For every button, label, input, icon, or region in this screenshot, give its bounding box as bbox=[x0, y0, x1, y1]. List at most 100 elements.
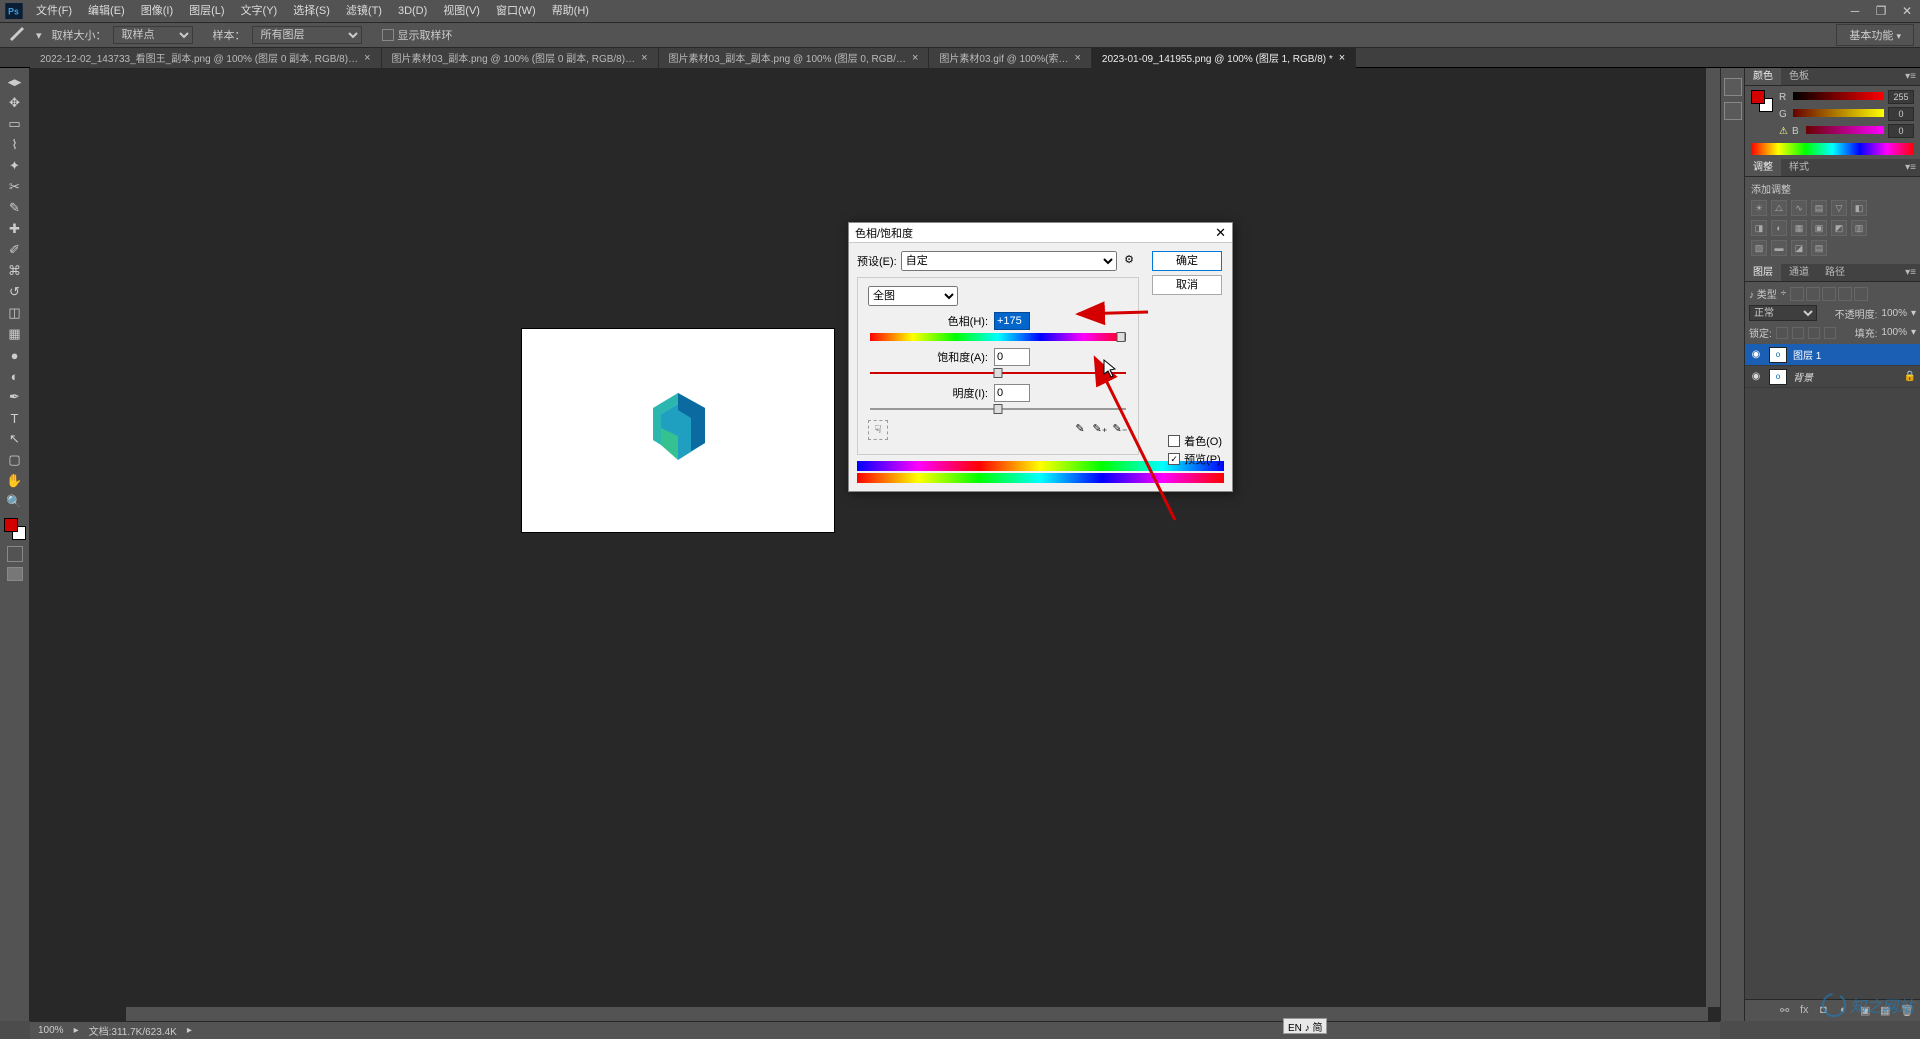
gradient-map-icon[interactable]: ▬ bbox=[1771, 240, 1787, 256]
lock-all-icon[interactable] bbox=[1824, 327, 1836, 339]
styles-panel-tab[interactable]: 样式 bbox=[1781, 159, 1817, 176]
properties-panel-icon[interactable] bbox=[1724, 102, 1742, 120]
g-value[interactable]: 0 bbox=[1888, 107, 1914, 121]
lock-position-icon[interactable] bbox=[1808, 327, 1820, 339]
menu-window[interactable]: 窗口(W) bbox=[488, 0, 544, 22]
r-slider[interactable] bbox=[1793, 92, 1884, 102]
show-sample-ring-checkbox[interactable] bbox=[382, 29, 394, 41]
toolbox-collapse-icon[interactable]: ◀▶ bbox=[3, 72, 27, 92]
swatches-panel-tab[interactable]: 色板 bbox=[1781, 68, 1817, 85]
path-tool[interactable]: ↖ bbox=[3, 429, 27, 449]
menu-view[interactable]: 视图(V) bbox=[435, 0, 488, 22]
pen-tool[interactable]: ✒ bbox=[3, 387, 27, 407]
more-adjust-icon[interactable]: ▤ bbox=[1811, 240, 1827, 256]
hue-input[interactable] bbox=[994, 312, 1030, 330]
curves-adjust-icon[interactable]: ∿ bbox=[1791, 200, 1807, 216]
close-tab-icon[interactable]: × bbox=[364, 52, 370, 64]
close-tab-icon[interactable]: × bbox=[1074, 52, 1080, 64]
lasso-tool[interactable]: ⌇ bbox=[3, 135, 27, 155]
opacity-value[interactable]: 100% bbox=[1881, 308, 1907, 319]
bw-adjust-icon[interactable]: ◨ bbox=[1751, 220, 1767, 236]
link-layers-icon[interactable]: ⚯ bbox=[1780, 1004, 1794, 1018]
panel-menu-icon[interactable]: ▾≡ bbox=[1901, 68, 1920, 85]
menu-image[interactable]: 图像(I) bbox=[133, 0, 181, 22]
fill-value[interactable]: 100% bbox=[1881, 327, 1907, 338]
screenmode-toggle[interactable] bbox=[7, 567, 23, 581]
photo-filter-icon[interactable]: ◐ bbox=[1771, 220, 1787, 236]
close-tab-icon[interactable]: × bbox=[1339, 52, 1345, 64]
menu-file[interactable]: 文件(F) bbox=[28, 0, 80, 22]
eyedropper-minus-icon[interactable]: ✎₋ bbox=[1112, 422, 1128, 438]
preset-select[interactable]: 自定 bbox=[901, 251, 1117, 271]
close-tab-icon[interactable]: × bbox=[912, 52, 918, 64]
filter-shape-icon[interactable] bbox=[1838, 287, 1852, 301]
g-slider[interactable] bbox=[1793, 109, 1884, 119]
marquee-tool[interactable]: ▭ bbox=[3, 114, 27, 134]
document-info[interactable]: 文档:311.7K/623.4K bbox=[89, 1023, 177, 1038]
lock-transparency-icon[interactable] bbox=[1776, 327, 1788, 339]
horizontal-scrollbar[interactable] bbox=[126, 1007, 1708, 1021]
hue-adjust-icon[interactable]: ◧ bbox=[1851, 200, 1867, 216]
menu-help[interactable]: 帮助(H) bbox=[544, 0, 597, 22]
move-tool[interactable]: ✥ bbox=[3, 93, 27, 113]
color-lookup-icon[interactable]: ▣ bbox=[1811, 220, 1827, 236]
saturation-input[interactable] bbox=[994, 348, 1030, 366]
filter-smart-icon[interactable] bbox=[1854, 287, 1868, 301]
color-panel-swatch[interactable] bbox=[1751, 90, 1773, 112]
history-panel-icon[interactable] bbox=[1724, 78, 1742, 96]
lock-pixels-icon[interactable] bbox=[1792, 327, 1804, 339]
layer-name[interactable]: 图层 1 bbox=[1793, 347, 1821, 362]
document-tab[interactable]: 2022-12-02_143733_看图王_副本.png @ 100% (图层 … bbox=[30, 48, 382, 68]
gradient-tool[interactable]: ▦ bbox=[3, 324, 27, 344]
visibility-toggle-icon[interactable]: ◉ bbox=[1749, 349, 1763, 360]
threshold-icon[interactable]: ▧ bbox=[1751, 240, 1767, 256]
menu-filter[interactable]: 滤镜(T) bbox=[338, 0, 390, 22]
posterize-icon[interactable]: ▥ bbox=[1851, 220, 1867, 236]
channels-panel-tab[interactable]: 通道 bbox=[1781, 264, 1817, 281]
menu-type[interactable]: 文字(Y) bbox=[233, 0, 286, 22]
exposure-adjust-icon[interactable]: ▤ bbox=[1811, 200, 1827, 216]
document-canvas[interactable] bbox=[521, 328, 835, 533]
close-tab-icon[interactable]: × bbox=[641, 52, 647, 64]
minimize-button[interactable]: ─ bbox=[1842, 1, 1868, 21]
panel-menu-icon[interactable]: ▾≡ bbox=[1901, 264, 1920, 281]
lightness-slider[interactable] bbox=[870, 404, 1126, 414]
eyedropper-tool[interactable]: ✎ bbox=[3, 198, 27, 218]
menu-3d[interactable]: 3D(D) bbox=[390, 0, 435, 22]
menu-edit[interactable]: 编辑(E) bbox=[80, 0, 133, 22]
shape-tool[interactable]: ▢ bbox=[3, 450, 27, 470]
eyedropper-plus-icon[interactable]: ✎₊ bbox=[1092, 422, 1108, 438]
workspace-switcher[interactable]: 基本功能 ▾ bbox=[1836, 24, 1914, 46]
blend-mode-select[interactable]: 正常 bbox=[1749, 305, 1817, 321]
document-tab[interactable]: 图片素材03.gif @ 100%(索…× bbox=[929, 48, 1092, 68]
r-value[interactable]: 255 bbox=[1888, 90, 1914, 104]
vibrance-adjust-icon[interactable]: ▽ bbox=[1831, 200, 1847, 216]
ok-button[interactable]: 确定 bbox=[1152, 251, 1222, 271]
close-window-button[interactable]: ✕ bbox=[1894, 1, 1920, 21]
foreground-color[interactable] bbox=[4, 518, 18, 532]
layers-panel-tab[interactable]: 图层 bbox=[1745, 264, 1781, 281]
crop-tool[interactable]: ✂ bbox=[3, 177, 27, 197]
selective-color-icon[interactable]: ◪ bbox=[1791, 240, 1807, 256]
levels-adjust-icon[interactable]: ⧍ bbox=[1771, 200, 1787, 216]
dialog-close-button[interactable]: ✕ bbox=[1215, 225, 1226, 241]
brush-tool[interactable]: ✐ bbox=[3, 240, 27, 260]
canvas-area[interactable] bbox=[30, 68, 1720, 1021]
stamp-tool[interactable]: ⌘ bbox=[3, 261, 27, 281]
layer-fx-icon[interactable]: fx bbox=[1800, 1004, 1814, 1018]
heal-tool[interactable]: ✚ bbox=[3, 219, 27, 239]
vertical-scrollbar[interactable] bbox=[1706, 68, 1720, 1007]
scope-select[interactable]: 全图 bbox=[868, 286, 958, 306]
spectrum-ramp[interactable] bbox=[1751, 143, 1914, 155]
dodge-tool[interactable]: ◐ bbox=[3, 366, 27, 386]
preview-checkbox[interactable]: ✓ bbox=[1168, 453, 1180, 465]
document-tab[interactable]: 图片素材03_副本.png @ 100% (图层 0 副本, RGB/8)…× bbox=[382, 48, 659, 68]
lightness-input[interactable] bbox=[994, 384, 1030, 402]
saturation-slider[interactable] bbox=[870, 368, 1126, 378]
document-tab[interactable]: 图片素材03_副本_副本.png @ 100% (图层 0, RGB/…× bbox=[659, 48, 930, 68]
filter-type-icon[interactable] bbox=[1822, 287, 1836, 301]
zoom-tool[interactable]: 🔍 bbox=[3, 492, 27, 512]
paths-panel-tab[interactable]: 路径 bbox=[1817, 264, 1853, 281]
sample-size-select[interactable]: 取样点 bbox=[113, 26, 193, 44]
filter-adjust-icon[interactable] bbox=[1806, 287, 1820, 301]
